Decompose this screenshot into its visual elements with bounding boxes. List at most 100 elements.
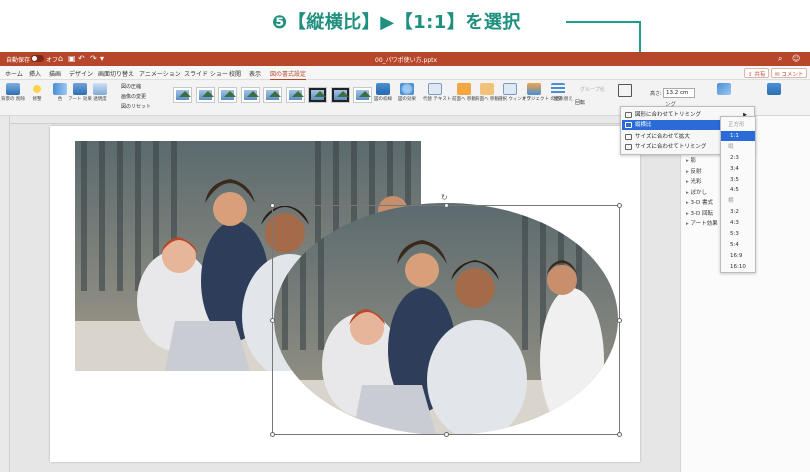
picture-effects-icon [400,83,414,95]
selection-pane-button[interactable]: 選択 ウィンドウ [498,83,531,103]
aspect-ratio-option[interactable]: 1:1 [721,130,755,141]
picture-border-button[interactable]: 図の枠線 [371,83,395,103]
reorder-objects-button[interactable]: オブジェクト の並べ替え [522,83,573,103]
format-pane-item[interactable]: ▸ 光彩 [686,177,702,185]
picture-style-thumbnail[interactable] [195,87,215,103]
aspect-ratio-option[interactable]: 16:10 [721,262,755,272]
send-backward-button[interactable]: 背面へ 移動 [475,83,499,103]
aspect-ratio-option[interactable]: 3:5 [721,175,755,185]
undo-icon[interactable]: ↶ [78,54,85,63]
aspect-ratio-group-header: 横 [728,198,734,205]
format-pane-item[interactable]: ▸ 3-D 書式 [686,198,713,206]
align-button[interactable]: 配置 [546,83,570,103]
format-pane-item[interactable]: ▸ ぼかし [686,188,707,196]
picture-style-thumbnail[interactable] [240,87,260,103]
callout-label: ❺【縦横比】▶【1:1】を選択 [272,12,521,33]
reset-picture-button[interactable]: 図のリセット [121,103,151,110]
background-icon [767,83,781,95]
aspect-ratio-option[interactable]: 16:9 [721,251,755,261]
laptop [165,321,250,371]
format-pane-item[interactable]: ▸ 反射 [686,167,702,175]
home-icon[interactable]: ⌂ [58,54,63,63]
aspect-ratio-option[interactable]: 2:3 [721,153,755,163]
resize-handle-br[interactable] [617,432,622,437]
size-button[interactable] [712,83,736,95]
resize-handle-bl[interactable] [270,432,275,437]
aspect-ratio-option[interactable]: 3:4 [721,164,755,174]
aspect-ratio-submenu: 正方形 1:1 縦 2:3 3:4 3:5 4:5 横 3:2 4:3 5:3 5:4 16:9 16:1… [720,116,756,273]
background-button[interactable] [754,83,794,95]
autosave-state: オフ [46,57,59,64]
share-button[interactable]: ⇪ 共有 [744,68,770,78]
height-input[interactable]: 13.2 cm [663,88,695,98]
style-preview [311,90,326,100]
format-pane-item-label: 影 [690,158,697,164]
resize-handle-bm[interactable] [444,432,449,437]
format-pane-item[interactable]: ▸ アート効果 [686,219,718,227]
search-icon[interactable]: ⌕ [778,54,782,64]
aspect-ratio-group-header: 正方形 [728,122,745,128]
corrections-icon [30,83,44,95]
resize-handle-tl[interactable] [270,203,275,208]
resize-handle-mr[interactable] [617,318,622,323]
format-pane-item[interactable]: ▸ 影 [686,156,696,164]
picture-style-thumbnail[interactable] [218,87,237,103]
save-icon[interactable]: ▣ [68,54,76,63]
tab-home[interactable]: ホーム [5,69,23,78]
tab-picture-format[interactable]: 図の書式設定 [270,69,307,80]
picture-style-thumbnail[interactable] [353,87,372,103]
aspect-ratio-option[interactable]: 5:3 [721,229,755,239]
format-pane-item[interactable]: ▸ 3-D 回転 [686,209,713,217]
title-bar: 自動保存 オフ ⌂ ▣ ↶ ↷ ▾ 00_パワポ使い方.pptx ⌕ ☺ [0,52,810,66]
crop-icon[interactable] [618,84,632,97]
comment-button[interactable]: ✉ コメント [771,68,808,78]
resize-handle-tm[interactable] [444,203,449,208]
aspect-ratio-option[interactable]: 3:2 [721,207,755,217]
tab-draw[interactable]: 描画 [49,69,61,78]
crop-to-shape-label: 図形に合わせてトリミング [635,112,702,118]
rotate-handle-icon[interactable]: ↻ [441,193,448,202]
tab-review[interactable]: 校閲 [229,69,241,78]
transparency-button[interactable]: 透明度 [88,83,112,103]
style-preview [288,90,304,100]
autosave-toggle[interactable] [31,55,44,62]
user-icon[interactable]: ☺ [792,54,800,63]
remove-background-button[interactable]: 背景の 削除 [1,83,25,103]
vertical-ruler [0,116,10,472]
group-button[interactable]: グループ化 [580,86,605,93]
redo-icon[interactable]: ↷ [90,54,97,63]
compress-pictures-button[interactable]: 図の圧縮 [121,83,141,90]
tab-design[interactable]: デザイン [69,69,93,78]
picture-style-thumbnail[interactable] [173,87,192,103]
aspect-ratio-option[interactable]: 4:3 [721,218,755,228]
rotate-button[interactable]: 回転 [575,99,585,106]
resize-handle-ml[interactable] [270,318,275,323]
fill-label: サイズに合わせて拡大 [635,134,690,140]
format-pane-item-label: 反射 [690,168,702,175]
tab-transitions[interactable]: 画面切り替え [98,69,134,78]
tab-view[interactable]: 表示 [249,69,261,78]
style-preview [356,90,371,100]
alt-text-button[interactable]: 代替 テキスト [423,83,451,103]
resize-handle-tr[interactable] [617,203,622,208]
art-effects-icon [73,83,87,95]
mountain-icon [269,91,281,97]
picture-style-thumbnail[interactable] [330,87,350,103]
picture-style-thumbnail[interactable] [285,87,305,103]
tab-insert[interactable]: 挿入 [29,69,41,78]
aspect-ratio-option[interactable]: 4:5 [721,185,755,195]
horizontal-ruler [10,116,680,124]
more-icon[interactable]: ▾ [100,54,104,63]
aspect-ratio-option[interactable]: 5:4 [721,240,755,250]
corrections-button[interactable]: 修整 [25,83,49,103]
tab-slideshow[interactable]: スライド ショー [184,69,228,78]
picture-effects-button[interactable]: 図の効果 [395,83,419,103]
picture-style-thumbnail[interactable] [263,87,282,103]
change-picture-button[interactable]: 画像の変更 [121,93,146,100]
bring-forward-icon [457,83,471,95]
tab-animations[interactable]: アニメーション [139,69,181,78]
bring-forward-button[interactable]: 前面へ 移動 [452,83,476,103]
crop-shape-icon [625,112,632,118]
reorder-objects-icon [527,83,541,95]
picture-style-thumbnail[interactable] [308,87,327,103]
